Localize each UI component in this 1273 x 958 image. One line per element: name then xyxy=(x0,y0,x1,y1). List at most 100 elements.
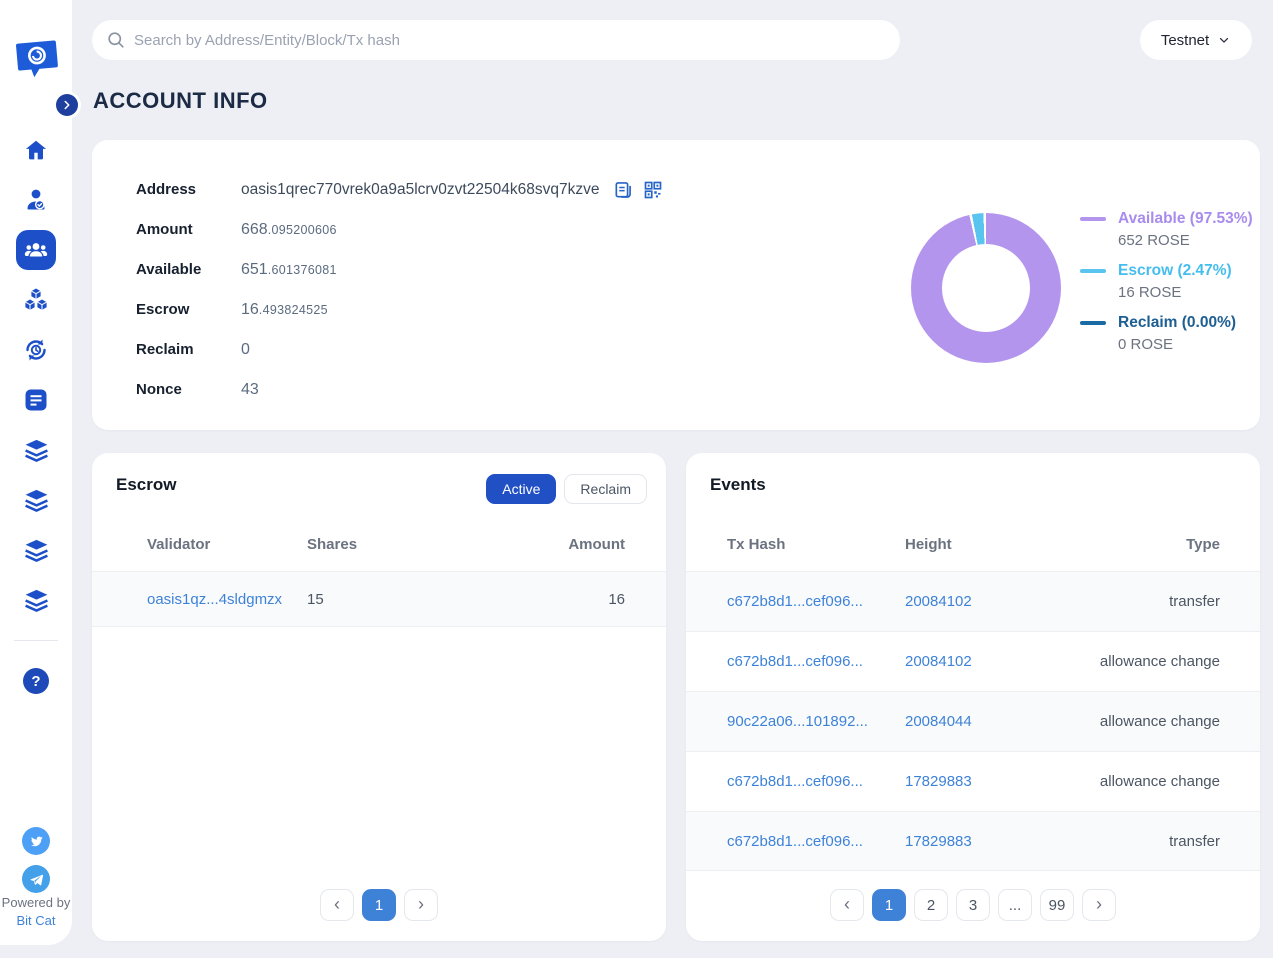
twitter-button[interactable] xyxy=(0,821,72,861)
legend-item-escrow: Escrow (2.47%) 16 ROSE xyxy=(1080,262,1253,301)
sidebar-item-validators[interactable] xyxy=(0,180,72,220)
address-label: Address xyxy=(136,181,241,198)
height-link[interactable]: 20084102 xyxy=(905,653,1050,670)
type-cell: transfer xyxy=(1050,593,1220,610)
escrow-table-header: Validator Shares Amount xyxy=(92,517,666,571)
legend-label: Available (97.53%) xyxy=(1118,210,1253,228)
tx-hash-link[interactable]: 90c22a06...101892... xyxy=(727,713,905,730)
validator-person-icon xyxy=(23,187,49,213)
bitcat-link[interactable]: Bit Cat xyxy=(16,913,55,928)
table-row: c672b8d1...cef096... 17829883 transfer xyxy=(686,811,1260,871)
active-nav-highlight xyxy=(16,230,56,270)
tab-reclaim[interactable]: Reclaim xyxy=(564,474,647,504)
sidebar-item-paratime-3[interactable] xyxy=(0,530,72,570)
sidebar-divider xyxy=(14,640,58,641)
search-bar xyxy=(92,20,900,60)
sidebar-item-paratime-2[interactable] xyxy=(0,480,72,520)
legend-swatch xyxy=(1080,217,1106,221)
next-page-button[interactable]: › xyxy=(1082,889,1116,921)
next-page-button[interactable]: › xyxy=(404,889,438,921)
layers-icon xyxy=(23,537,50,564)
page-button-1[interactable]: 1 xyxy=(872,889,906,921)
validator-link[interactable]: oasis1qz...4sldgmzx xyxy=(147,591,307,608)
escrow-tabs: Active Reclaim xyxy=(486,474,647,504)
page-button-2[interactable]: 2 xyxy=(914,889,948,921)
page-button-3[interactable]: 3 xyxy=(956,889,990,921)
type-cell: allowance change xyxy=(1050,653,1220,670)
copy-address-button[interactable] xyxy=(613,180,633,200)
layers-icon xyxy=(23,587,50,614)
col-height: Height xyxy=(905,536,1050,553)
sidebar-toggle-button[interactable] xyxy=(53,91,81,119)
search-icon xyxy=(106,30,126,50)
amount-cell: 16 xyxy=(515,591,625,608)
chevron-down-icon xyxy=(1217,33,1231,47)
info-row-amount: Amount 668.095200606 xyxy=(136,218,663,241)
sidebar-item-accounts[interactable] xyxy=(0,230,72,270)
account-info-card: Address oasis1qrec770vrek0a9a5lcrv0zvt22… xyxy=(92,140,1260,430)
address-value: oasis1qrec770vrek0a9a5lcrv0zvt22504k68sv… xyxy=(241,181,599,199)
tx-hash-link[interactable]: c672b8d1...cef096... xyxy=(727,653,905,670)
tx-hash-link[interactable]: c672b8d1...cef096... xyxy=(727,833,905,850)
escrow-title: Escrow xyxy=(116,475,176,495)
network-label: Testnet xyxy=(1161,32,1209,49)
brand-logo-icon xyxy=(14,36,60,82)
question-icon: ? xyxy=(23,668,49,694)
info-row-escrow: Escrow 16.493824525 xyxy=(136,298,663,321)
home-icon xyxy=(24,138,48,162)
sidebar-item-transactions[interactable] xyxy=(0,330,72,370)
account-fields: Address oasis1qrec770vrek0a9a5lcrv0zvt22… xyxy=(136,178,663,401)
qr-code-button[interactable] xyxy=(643,180,663,200)
legend-value: 0 ROSE xyxy=(1118,336,1253,353)
table-row: c672b8d1...cef096... 20084102 allowance … xyxy=(686,631,1260,691)
sidebar-item-blocks[interactable] xyxy=(0,280,72,320)
tx-hash-link[interactable]: c672b8d1...cef096... xyxy=(727,773,905,790)
help-button[interactable]: ? xyxy=(0,661,72,701)
tab-active[interactable]: Active xyxy=(486,474,556,504)
telegram-icon xyxy=(29,872,44,887)
sidebar-item-paratime-4[interactable] xyxy=(0,580,72,620)
events-title: Events xyxy=(710,475,766,495)
document-icon xyxy=(23,387,49,413)
prev-page-button[interactable]: ‹ xyxy=(320,889,354,921)
legend-value: 652 ROSE xyxy=(1118,232,1253,249)
powered-by: Powered by Bit Cat xyxy=(0,894,72,930)
page-button-ellipsis[interactable]: ... xyxy=(998,889,1032,921)
info-row-available: Available 651.601376081 xyxy=(136,258,663,281)
events-table-body: c672b8d1...cef096... 20084102 transfer c… xyxy=(686,571,1260,871)
height-link[interactable]: 20084102 xyxy=(905,593,1050,610)
height-link[interactable]: 17829883 xyxy=(905,833,1050,850)
app: ? Powered by Bit Cat xyxy=(0,0,1273,958)
sidebar-item-paratime-1[interactable] xyxy=(0,430,72,470)
sidebar: ? Powered by Bit Cat xyxy=(0,0,72,945)
escrow-table-body: oasis1qz...4sldgmzx 15 16 xyxy=(92,571,666,627)
search-input[interactable] xyxy=(134,32,900,49)
type-cell: allowance change xyxy=(1050,713,1220,730)
table-row: 90c22a06...101892... 20084044 allowance … xyxy=(686,691,1260,751)
sidebar-item-proposals[interactable] xyxy=(0,380,72,420)
telegram-button[interactable] xyxy=(0,859,72,899)
brand-logo[interactable] xyxy=(14,36,60,87)
legend-label: Escrow (2.47%) xyxy=(1118,262,1232,280)
height-link[interactable]: 20084044 xyxy=(905,713,1050,730)
escrow-card: Escrow Active Reclaim Validator Shares A… xyxy=(92,453,666,941)
network-select[interactable]: Testnet xyxy=(1140,20,1252,60)
page-button-99[interactable]: 99 xyxy=(1040,889,1074,921)
sidebar-item-home[interactable] xyxy=(0,130,72,170)
escrow-pagination: ‹ 1 › xyxy=(92,889,666,921)
prev-page-button[interactable]: ‹ xyxy=(830,889,864,921)
donut-hole xyxy=(942,244,1030,332)
legend-item-available: Available (97.53%) 652 ROSE xyxy=(1080,210,1253,249)
tx-hash-link[interactable]: c672b8d1...cef096... xyxy=(727,593,905,610)
transactions-cycle-icon xyxy=(23,337,49,363)
page-button-1[interactable]: 1 xyxy=(362,889,396,921)
powered-by-label: Powered by xyxy=(2,895,71,910)
table-row: c672b8d1...cef096... 20084102 transfer xyxy=(686,571,1260,631)
events-table-header: Tx Hash Height Type xyxy=(686,517,1260,571)
page-title: ACCOUNT INFO xyxy=(93,88,268,114)
table-row: c672b8d1...cef096... 17829883 allowance … xyxy=(686,751,1260,811)
events-card: Events Tx Hash Height Type c672b8d1...ce… xyxy=(686,453,1260,941)
col-tx-hash: Tx Hash xyxy=(727,536,905,553)
height-link[interactable]: 17829883 xyxy=(905,773,1050,790)
info-row-nonce: Nonce 43 xyxy=(136,378,663,401)
